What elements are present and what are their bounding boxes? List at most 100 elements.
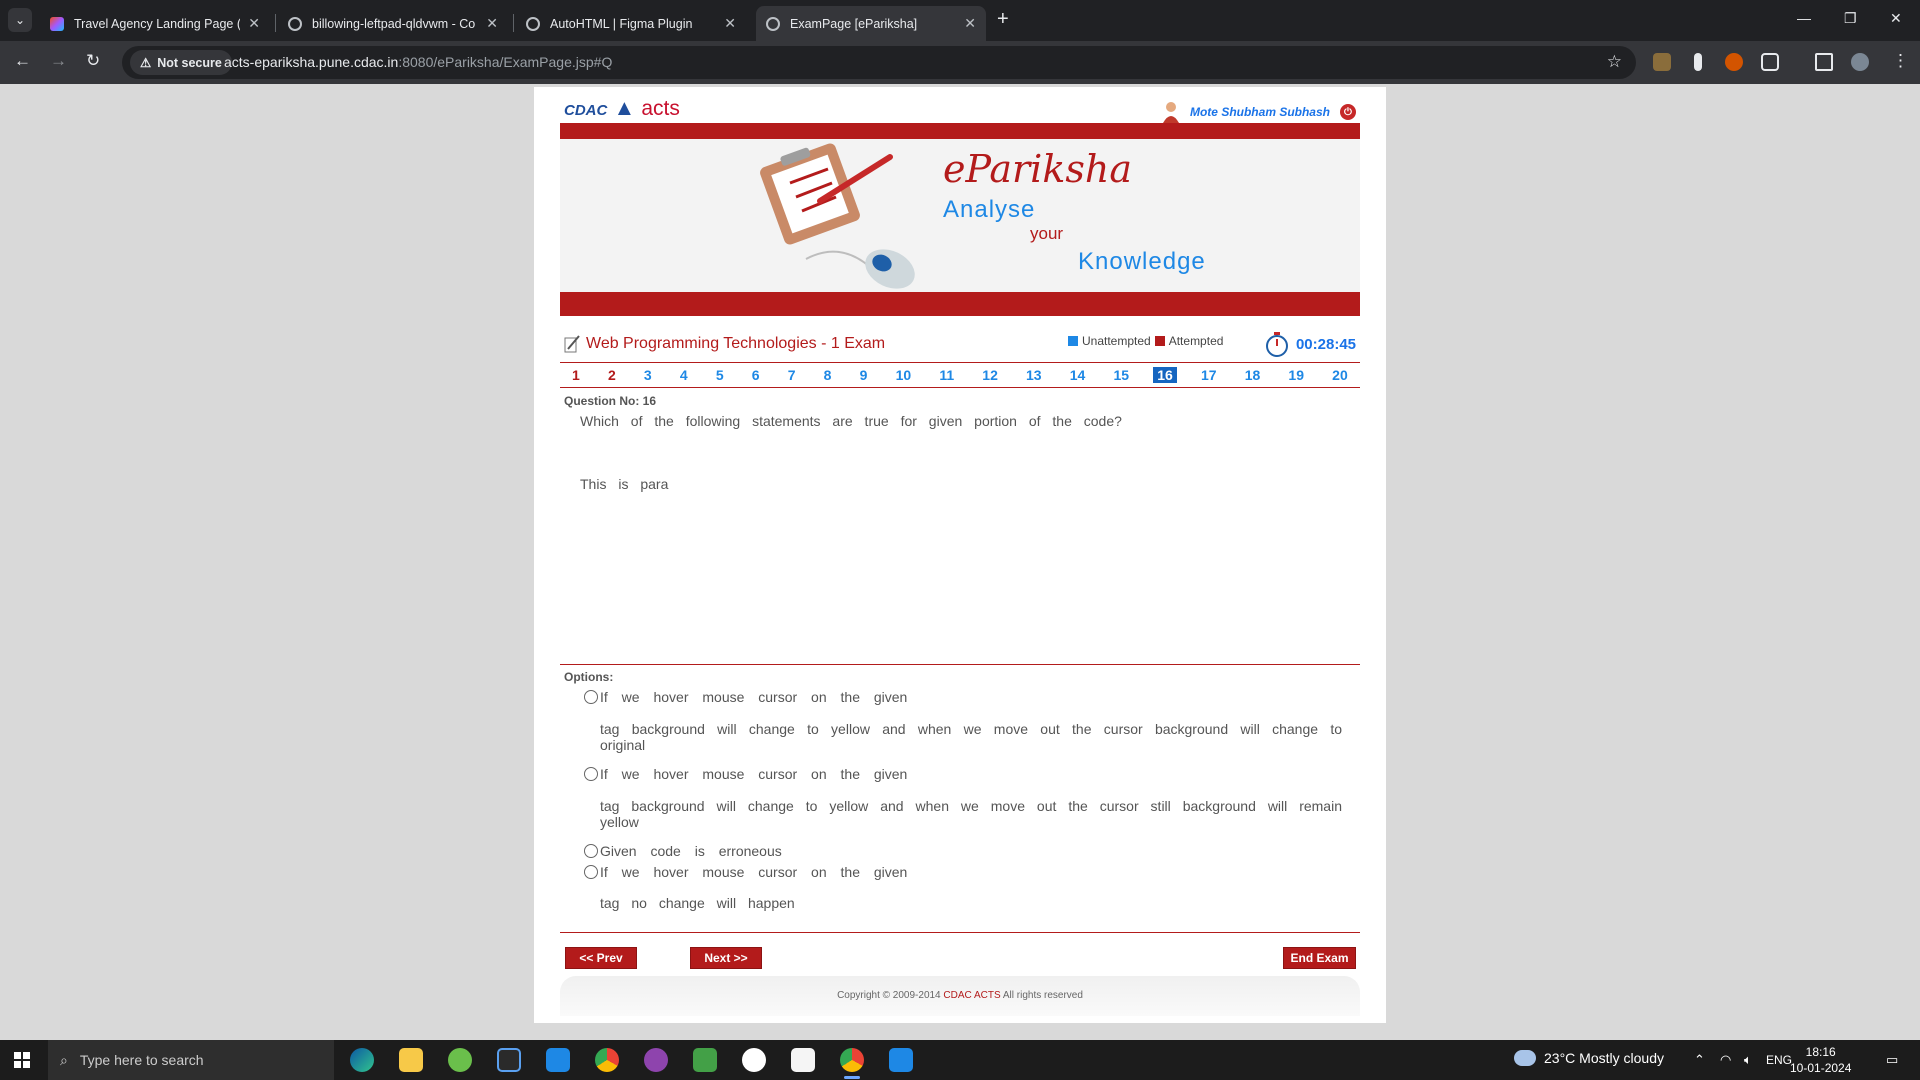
notifications-icon[interactable]: ▭ — [1886, 1052, 1898, 1068]
clock-time: 18:16 — [1805, 1045, 1836, 1059]
tray-chevron-icon[interactable]: ⌃ — [1694, 1052, 1705, 1068]
question-link[interactable]: 15 — [1109, 367, 1133, 383]
option-a-radio[interactable] — [584, 690, 598, 704]
nodejs-icon[interactable] — [693, 1048, 717, 1072]
clock-date: 10-01-2024 — [1790, 1061, 1852, 1075]
question-code-output: This is para — [580, 476, 669, 492]
mail-icon[interactable] — [546, 1048, 570, 1072]
url-path: :8080/ePariksha/ExamPage.jsp#Q — [398, 54, 613, 70]
taskbar-search[interactable]: ⌕ Type here to search — [48, 1040, 334, 1080]
edge-icon[interactable] — [350, 1048, 374, 1072]
speaker-icon[interactable]: 🔈︎ — [1744, 1052, 1752, 1068]
tab-autohtml[interactable]: AutoHTML | Figma Plugin ✕ — [516, 6, 746, 41]
security-indicator[interactable]: ⚠ Not secure — [130, 50, 232, 75]
extension-icon[interactable] — [1725, 53, 1743, 71]
user-info: Mote Shubham Subhash ⏻ — [1162, 101, 1356, 123]
close-window-icon[interactable]: ✕ — [1890, 10, 1902, 27]
option-c[interactable]: Given code is erroneous — [584, 843, 782, 859]
question-link[interactable]: 9 — [856, 367, 872, 383]
end-exam-button[interactable]: End Exam — [1283, 947, 1356, 969]
option-d[interactable]: If we hover mouse cursor on the given — [584, 864, 907, 880]
question-link[interactable]: 17 — [1197, 367, 1221, 383]
tab-exampage[interactable]: ExamPage [eParikshа] ✕ — [756, 6, 986, 41]
file-explorer-icon[interactable] — [399, 1048, 423, 1072]
forward-icon[interactable]: → — [50, 51, 67, 71]
new-tab-button[interactable]: + — [997, 8, 1009, 31]
taskbar-clock[interactable]: 18:16 10-01-2024 — [1790, 1044, 1851, 1076]
tab-search-dropdown[interactable]: ⌄ — [8, 8, 32, 32]
question-link[interactable]: 7 — [784, 367, 800, 383]
epariksha-banner: eParikshа Analyse your Knowledge — [560, 123, 1360, 316]
question-link[interactable]: 12 — [978, 367, 1002, 383]
puzzle-icon[interactable] — [1761, 53, 1779, 71]
weather-text: 23°C Mostly cloudy — [1544, 1050, 1664, 1066]
question-link[interactable]: 20 — [1328, 367, 1352, 383]
extension-icon[interactable] — [1653, 53, 1671, 71]
tab-billowing-leftpad[interactable]: billowing-leftpad-qldvwm - Co ✕ — [278, 6, 508, 41]
option-d-radio[interactable] — [584, 865, 598, 879]
chrome-icon[interactable] — [595, 1048, 619, 1072]
question-link[interactable]: 1 — [568, 367, 584, 383]
profile-avatar[interactable] — [1851, 53, 1869, 71]
option-b-radio[interactable] — [584, 767, 598, 781]
side-panel-icon[interactable] — [1815, 53, 1833, 71]
minimize-icon[interactable]: — — [1797, 10, 1811, 26]
bookmark-star-icon[interactable]: ☆ — [1607, 52, 1622, 72]
mongodb-icon[interactable] — [791, 1048, 815, 1072]
close-icon[interactable]: ✕ — [964, 15, 976, 32]
github-desktop-icon[interactable] — [644, 1048, 668, 1072]
stopwatch-icon — [1265, 332, 1288, 357]
option-c-radio[interactable] — [584, 844, 598, 858]
prev-button[interactable]: << Prev — [565, 947, 637, 969]
app-leaf-icon[interactable] — [448, 1048, 472, 1072]
question-link[interactable]: 3 — [640, 367, 656, 383]
question-link[interactable]: 18 — [1241, 367, 1265, 383]
language-indicator[interactable]: ENG — [1766, 1053, 1792, 1067]
chrome-active-icon[interactable] — [840, 1048, 864, 1079]
close-icon[interactable]: ✕ — [248, 15, 260, 32]
store-icon[interactable] — [497, 1048, 521, 1072]
wifi-icon[interactable]: ◠ — [1720, 1052, 1731, 1068]
cloud-icon — [1514, 1050, 1536, 1066]
question-link[interactable]: 19 — [1284, 367, 1308, 383]
next-button[interactable]: Next >> — [690, 947, 762, 969]
option-b[interactable]: If we hover mouse cursor on the given — [584, 766, 907, 782]
pin-icon[interactable] — [1694, 53, 1702, 71]
question-link[interactable]: 6 — [748, 367, 764, 383]
reload-icon[interactable]: ↻ — [86, 51, 100, 71]
logout-power-icon[interactable]: ⏻ — [1340, 104, 1356, 120]
address-bar[interactable]: ⚠ Not secure acts-epariksha.pune.cdac.in… — [122, 46, 1636, 79]
question-link[interactable]: 8 — [820, 367, 836, 383]
restore-icon[interactable]: ❐ — [1844, 10, 1857, 27]
windows-start-icon[interactable] — [14, 1052, 30, 1068]
exam-page: CDAC ▲ acts Mote Shubham Subhash ⏻ ePari… — [534, 87, 1386, 1023]
question-link[interactable]: 4 — [676, 367, 692, 383]
codesandbox-icon — [288, 16, 302, 31]
question-link[interactable]: 5 — [712, 367, 728, 383]
close-icon[interactable]: ✕ — [724, 15, 736, 32]
option-a[interactable]: If we hover mouse cursor on the given — [584, 689, 907, 705]
option-d-text: If we hover mouse cursor on the given — [600, 864, 908, 880]
cdac-acts-logo: CDAC ▲ acts — [564, 95, 680, 121]
tab-travel-agency[interactable]: Travel Agency Landing Page (Co ✕ — [40, 6, 270, 41]
question-link[interactable]: 16 — [1153, 367, 1177, 383]
question-link[interactable]: 10 — [892, 367, 916, 383]
tab-title: Travel Agency Landing Page (Co — [74, 16, 241, 31]
divider — [560, 932, 1360, 933]
question-link[interactable]: 14 — [1066, 367, 1090, 383]
mongodb-compass-icon[interactable] — [742, 1048, 766, 1072]
copyright-text: Copyright © 2009-2014 — [837, 990, 941, 1001]
close-icon[interactable]: ✕ — [486, 15, 498, 32]
question-link[interactable]: 11 — [935, 367, 958, 383]
back-icon[interactable]: ← — [14, 51, 31, 71]
question-link[interactable]: 13 — [1022, 367, 1046, 383]
tab-title: billowing-leftpad-qldvwm - Co — [312, 16, 476, 31]
menu-kebab-icon[interactable]: ⋮ — [1892, 51, 1909, 71]
figma-icon — [50, 16, 64, 31]
question-legend: Unattempted Attempted — [1068, 334, 1223, 348]
windows-taskbar: ⌕ Type here to search 23°C Mostly cloudy… — [0, 1040, 1920, 1080]
vscode-icon[interactable] — [889, 1048, 913, 1072]
browser-toolbar: ← → ↻ ⚠ Not secure acts-epariksha.pune.c… — [0, 41, 1920, 84]
weather-widget[interactable]: 23°C Mostly cloudy — [1514, 1050, 1664, 1066]
question-link[interactable]: 2 — [604, 367, 620, 383]
